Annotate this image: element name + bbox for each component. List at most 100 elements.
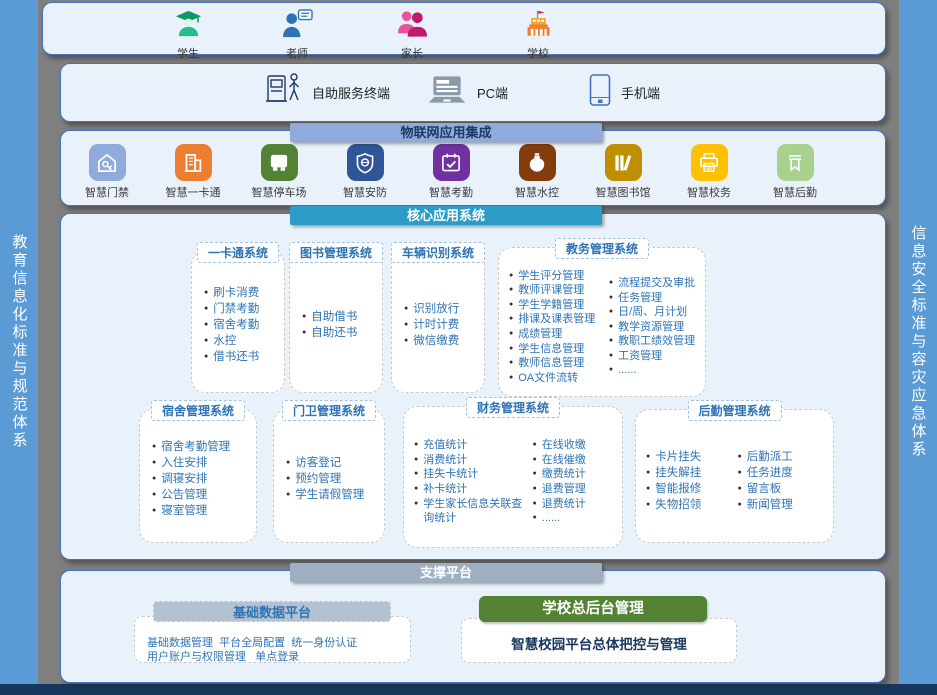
system-box-library: 图书管理系统 ●自助借书●自助还书: [289, 251, 383, 393]
terminal-label: 自助服务终端: [312, 83, 390, 102]
iot-label: 智慧图书馆: [596, 184, 651, 200]
user-label: 学生: [177, 45, 199, 61]
onecard-building-icon: [175, 144, 212, 181]
list-item: ●学生评分管理: [509, 269, 609, 284]
list-item: ●充值统计: [414, 438, 533, 453]
user-label: 老师: [286, 45, 308, 61]
list-item: ●在线收缴: [533, 438, 620, 453]
terminals-panel: 自助服务终端 PC端 手机端: [60, 63, 886, 122]
pc-icon: [426, 73, 468, 112]
list-item: ●新闻管理: [738, 497, 831, 513]
user-student: 学生: [158, 8, 218, 61]
base-data-platform-box: 基础数据管理 平台全局配置 统一身份认证 用户账户与权限管理 单点登录: [134, 616, 411, 663]
terminal-mobile: 手机端: [588, 64, 660, 121]
list-item: ●退费管理: [533, 482, 620, 497]
list-item: ●学生家长信息关联查询统计: [414, 497, 533, 526]
list-item: ●卡片挂失: [646, 449, 738, 465]
system-box-title: 宿舍管理系统: [151, 400, 245, 421]
list-item: ●学生学籍管理: [509, 298, 609, 313]
iot-label: 智慧一卡通: [166, 184, 221, 200]
list-item: ●留言板: [738, 481, 831, 497]
school-admin-box: 智慧校园平台总体把控与管理: [461, 618, 737, 663]
list-item: ●日/周、月计划: [609, 305, 703, 320]
system-box-vehicle: 车辆识别系统 ●识别放行●计时计费●微信缴费: [391, 251, 485, 393]
system-item-list: ●刷卡消费●门禁考勤●宿舍考勤●水控●借书还书: [204, 285, 280, 365]
base-platform-line: 基础数据管理 平台全局配置 统一身份认证: [147, 636, 410, 650]
list-item: ●补卡统计: [414, 482, 533, 497]
system-item-list: ●访客登记●预约管理●学生请假管理: [286, 455, 380, 503]
list-item: ●寝室管理: [152, 503, 252, 519]
user-label: 家长: [401, 45, 423, 61]
list-item: ●成绩管理: [509, 327, 609, 342]
users-panel: 学生 老师 家长 学校: [42, 2, 886, 55]
system-item-list: ●在线收缴●在线催缴●缴费统计●退费管理●退费统计●......: [533, 438, 620, 526]
user-school: 学校: [508, 8, 568, 61]
list-item: ●调寝安排: [152, 471, 252, 487]
list-item: ●退费统计: [533, 497, 620, 512]
system-item-list: ●后勤派工●任务进度●留言板●新闻管理: [738, 449, 831, 513]
security-shield-icon: [347, 144, 384, 181]
list-item: ●识别放行: [404, 301, 480, 317]
water-control-icon: [519, 144, 556, 181]
system-box-title: 门卫管理系统: [282, 400, 376, 421]
list-item: ●任务管理: [609, 291, 703, 306]
parents-icon: [396, 8, 429, 44]
student-icon: [173, 8, 204, 44]
iot-logistics: 智慧后勤: [755, 144, 835, 200]
system-item-list: ●学生评分管理●教师评课管理●学生学籍管理●排课及课表管理●成绩管理●学生信息管…: [509, 269, 609, 386]
list-item: ●在线催缴: [533, 453, 620, 468]
list-item: ●公告管理: [152, 487, 252, 503]
system-box-title: 一卡通系统: [197, 242, 279, 263]
teacher-icon: [281, 8, 314, 44]
list-item: ●教师评课管理: [509, 283, 609, 298]
iot-school-affairs: 智慧校务: [669, 144, 749, 200]
base-platform-line: 用户账户与权限管理 单点登录: [147, 650, 410, 664]
list-item: ●自助借书: [302, 309, 378, 325]
system-box-title: 财务管理系统: [466, 397, 560, 418]
list-item: ●自助还书: [302, 325, 378, 341]
list-item: ●访客登记: [286, 455, 380, 471]
bottom-divider-bar: [0, 684, 937, 695]
system-box-dormitory: 宿舍管理系统 ●宿舍考勤管理●入住安排●调寝安排●公告管理●寝室管理: [139, 409, 257, 543]
system-box-title: 后勤管理系统: [687, 400, 781, 421]
iot-water: 智慧水控: [497, 144, 577, 200]
system-item-list: ●卡片挂失●挂失解挂●智能报修●失物招领: [646, 449, 738, 513]
system-box-title: 图书管理系统: [289, 242, 383, 263]
list-item: ●缴费统计: [533, 467, 620, 482]
system-item-list: ●识别放行●计时计费●微信缴费: [404, 301, 480, 349]
system-box-academic: 教务管理系统 ●学生评分管理●教师评课管理●学生学籍管理●排课及课表管理●成绩管…: [498, 247, 706, 397]
system-item-list: ●宿舍考勤管理●入住安排●调寝安排●公告管理●寝室管理: [152, 439, 252, 519]
phone-icon: [588, 72, 612, 113]
left-standards-banner: 教育信息化标准与规范体系: [0, 0, 38, 684]
school-affairs-printer-icon: [691, 144, 728, 181]
iot-attendance: 智慧考勤: [411, 144, 491, 200]
terminal-pc: PC端: [426, 64, 508, 121]
system-box-logistics: 后勤管理系统 ●卡片挂失●挂失解挂●智能报修●失物招领 ●后勤派工●任务进度●留…: [635, 409, 834, 543]
attendance-calendar-icon: [433, 144, 470, 181]
core-apps-panel: 核心应用系统 一卡通系统 ●刷卡消费●门禁考勤●宿舍考勤●水控●借书还书 图书管…: [60, 213, 886, 560]
user-parents: 家长: [382, 8, 442, 61]
list-item: ●挂失卡统计: [414, 467, 533, 482]
user-teacher: 老师: [267, 8, 327, 61]
iot-label: 智慧安防: [343, 184, 387, 200]
iot-icon-row: 智慧门禁 智慧一卡通 智慧停车场 智慧安防: [67, 144, 835, 200]
list-item: ●借书还书: [204, 349, 280, 365]
left-banner-text: 教育信息化标准与规范体系: [9, 234, 30, 450]
iot-library: 智慧图书馆: [583, 144, 663, 200]
school-icon: [523, 8, 554, 44]
library-books-icon: [605, 144, 642, 181]
door-access-icon: [89, 144, 126, 181]
iot-parking: 智慧停车场: [239, 144, 319, 200]
system-item-list: ●流程提交及审批●任务管理●日/周、月计划●教学资源管理●教职工绩效管理●工资管…: [609, 276, 703, 378]
iot-door-access: 智慧门禁: [67, 144, 147, 200]
user-label: 学校: [527, 45, 549, 61]
terminal-label: PC端: [477, 83, 508, 102]
list-item: ●教学资源管理: [609, 320, 703, 335]
list-item: ●智能报修: [646, 481, 738, 497]
list-item: ●流程提交及审批: [609, 276, 703, 291]
system-item-list: ●充值统计●消费统计●挂失卡统计●补卡统计●学生家长信息关联查询统计: [414, 438, 533, 526]
system-box-finance: 财务管理系统 ●充值统计●消费统计●挂失卡统计●补卡统计●学生家长信息关联查询统…: [403, 406, 623, 548]
list-item: ●排课及课表管理: [509, 312, 609, 327]
terminal-label: 手机端: [621, 83, 660, 102]
list-item: ●预约管理: [286, 471, 380, 487]
